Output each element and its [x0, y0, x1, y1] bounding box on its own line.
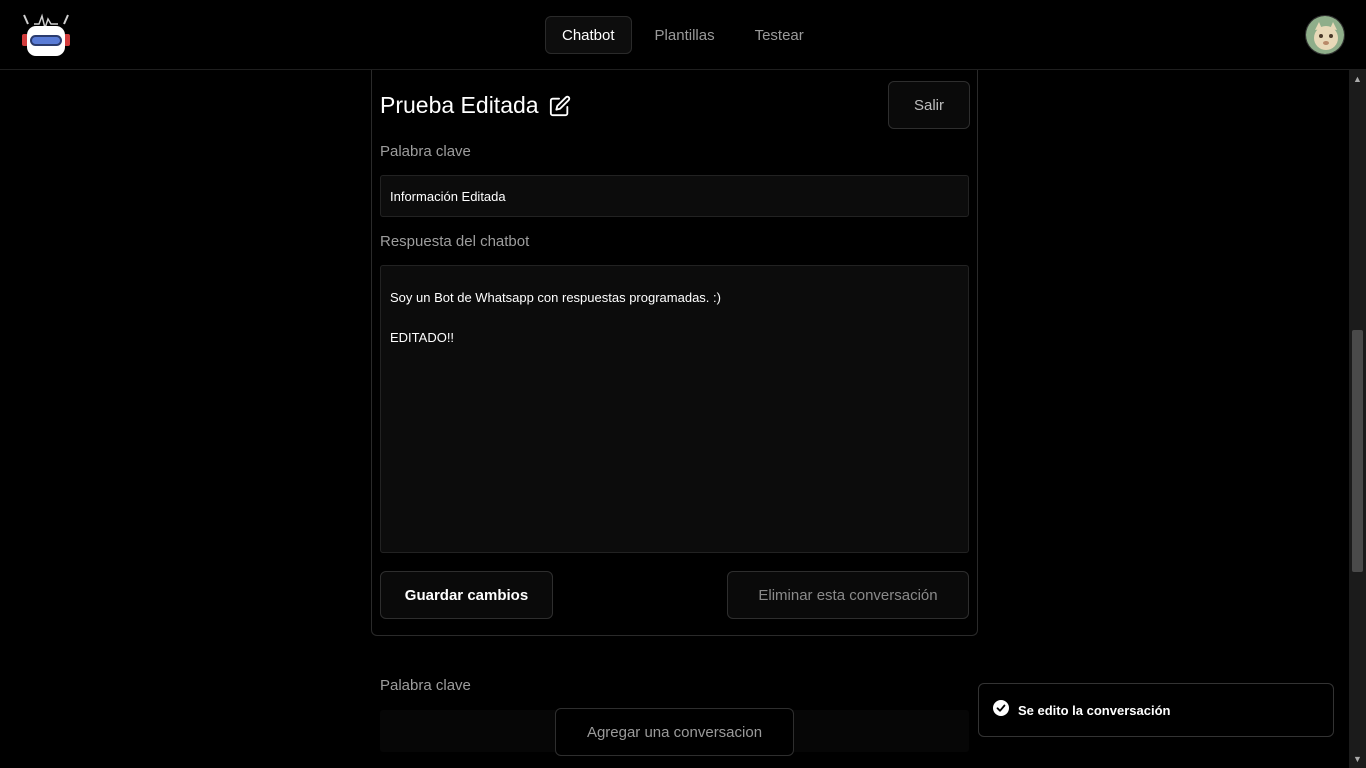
scroll-down-arrow-icon[interactable]: ▼ [1349, 752, 1366, 766]
success-toast: Se edito la conversación [978, 683, 1334, 737]
tab-plantillas[interactable]: Plantillas [638, 16, 732, 54]
keyword-input[interactable]: Información Editada [380, 175, 969, 217]
add-conversation-button[interactable]: Agregar una conversacion [555, 708, 794, 756]
toast-message: Se edito la conversación [1018, 702, 1171, 718]
conversation-title-row: Prueba Editada [380, 92, 571, 119]
keyword-label: Palabra clave [380, 143, 471, 160]
tab-testear[interactable]: Testear [738, 16, 821, 54]
robot-logo-icon[interactable] [20, 10, 72, 60]
scroll-up-arrow-icon[interactable]: ▲ [1349, 72, 1366, 86]
edit-pencil-icon[interactable] [549, 95, 571, 117]
tab-chatbot[interactable]: Chatbot [545, 16, 632, 54]
user-avatar[interactable] [1305, 15, 1345, 55]
delete-conversation-button[interactable]: Eliminar esta conversación [727, 571, 969, 619]
scroll-thumb[interactable] [1352, 330, 1363, 572]
save-changes-button[interactable]: Guardar cambios [380, 571, 553, 619]
next-keyword-label: Palabra clave [380, 677, 471, 694]
response-textarea[interactable]: Soy un Bot de Whatsapp con respuestas pr… [380, 265, 969, 553]
exit-button[interactable]: Salir [888, 81, 970, 129]
main-nav: Chatbot Plantillas Testear [545, 16, 821, 54]
check-circle-icon [993, 699, 1009, 721]
top-header: Chatbot Plantillas Testear [0, 0, 1366, 70]
conversation-title: Prueba Editada [380, 92, 539, 118]
response-label: Respuesta del chatbot [380, 233, 530, 250]
